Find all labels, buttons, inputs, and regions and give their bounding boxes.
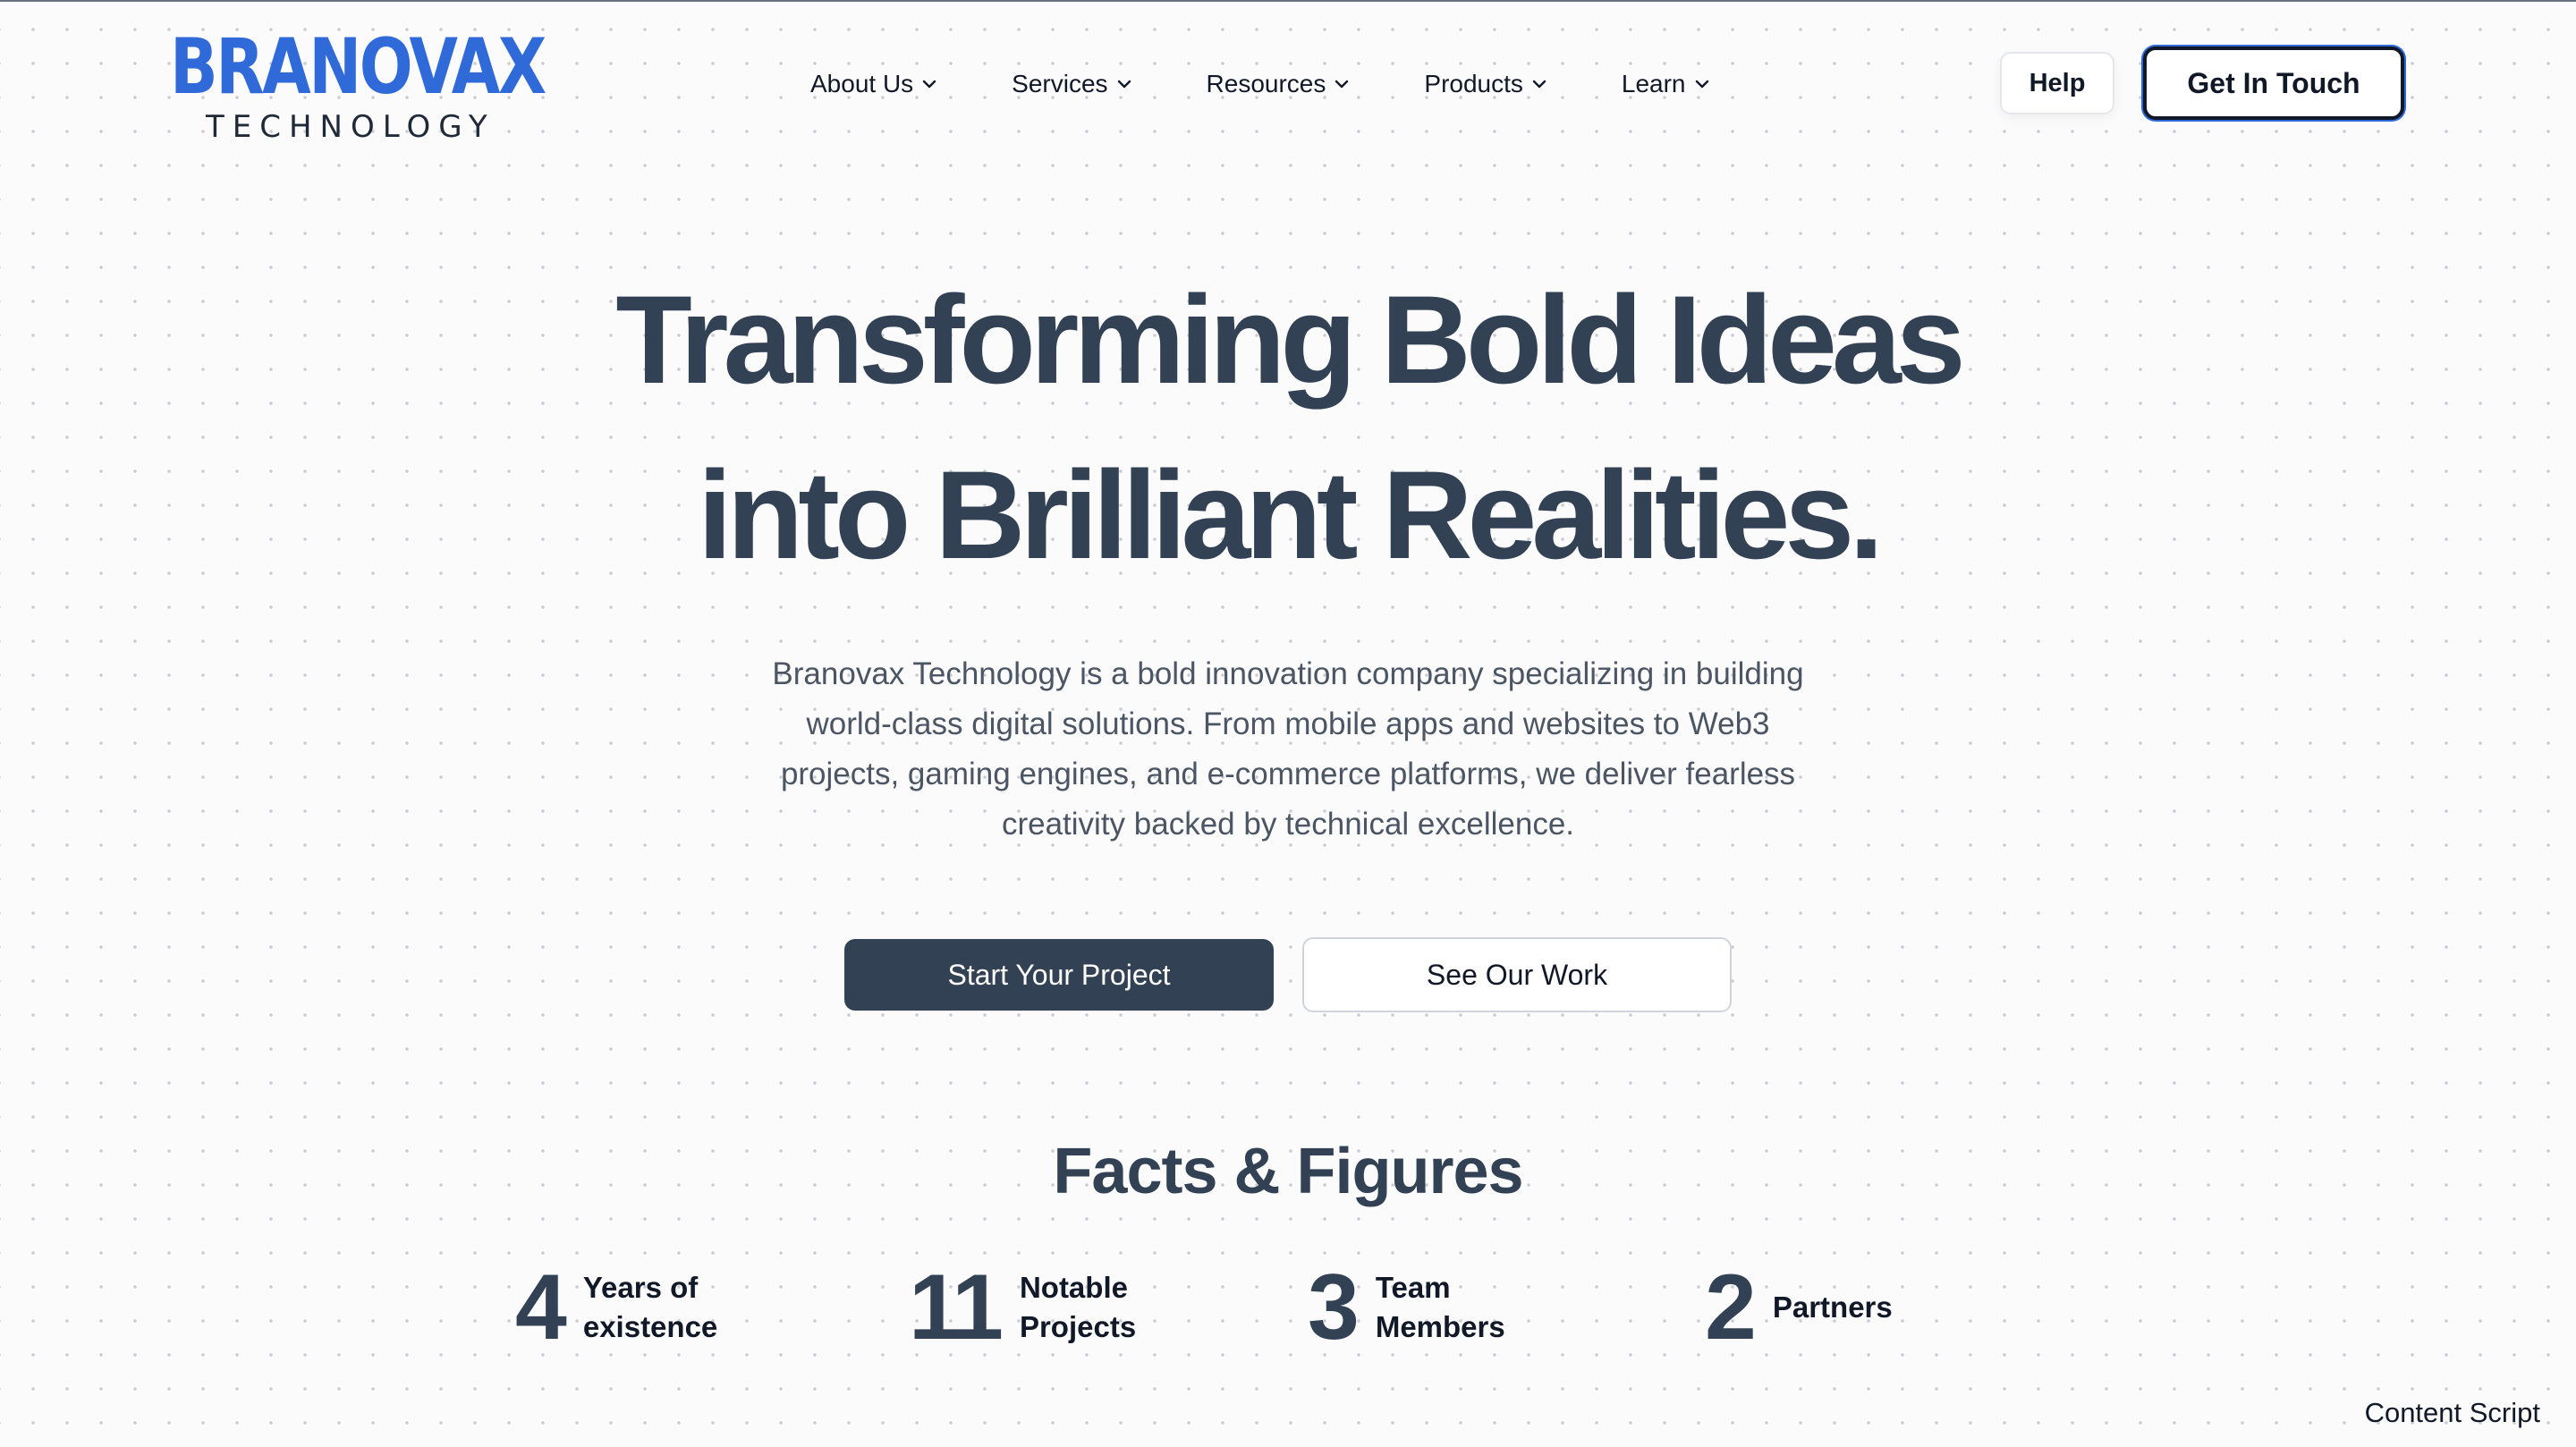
get-in-touch-button[interactable]: Get In Touch [2143,47,2404,120]
brand-logo[interactable]: BRANOVAX TECHNOLOGY [170,22,547,145]
brand-tagline: TECHNOLOGY [206,109,496,145]
nav-item-label: Products [1424,70,1523,97]
fact-team: 3 Team Members [1308,1261,1546,1354]
content-script-label: Content Script [2364,1397,2540,1428]
fact-projects: 11 Notable Projects [909,1261,1190,1354]
nav-item-about-us[interactable]: About Us [810,70,936,98]
chevron-down-icon [1695,80,1709,89]
fact-number: 11 [909,1256,1004,1359]
help-button[interactable]: Help [2000,52,2114,114]
facts-title: Facts & Figures [1053,1136,1523,1207]
fact-label: Notable Projects [1019,1271,1137,1343]
chevron-down-icon [1335,80,1349,89]
nav-item-label: Resources [1206,70,1326,97]
fact-label: Partners [1772,1290,1893,1324]
fact-number: 4 [515,1256,567,1359]
chevron-down-icon [1117,80,1131,89]
nav-item-label: Services [1012,70,1108,97]
fact-label: Years of existence [582,1271,718,1343]
nav-item-label: Learn [1621,70,1686,97]
top-border [0,0,2576,2]
chevron-down-icon [922,80,936,89]
brand-name: BRANOVAX [170,22,547,112]
chevron-down-icon [1532,80,1546,89]
see-our-work-button[interactable]: See Our Work [1302,937,1732,1012]
fact-years: 4 Years of existence [515,1261,753,1354]
nav-item-resources[interactable]: Resources [1207,70,1350,98]
fact-label: Team Members [1375,1271,1505,1343]
nav-item-products[interactable]: Products [1424,70,1546,98]
hero-title-line-2: into Brilliant Realities. [697,444,1884,585]
nav-item-label: About Us [810,70,914,97]
hero-title: Transforming Bold Ideas into Brilliant R… [0,252,2576,603]
fact-number: 2 [1705,1256,1757,1359]
nav-item-services[interactable]: Services [1012,70,1131,98]
main-nav: About Us Services Resources Products Lea… [810,64,1709,104]
fact-number: 3 [1308,1256,1360,1359]
start-project-button[interactable]: Start Your Project [844,939,1274,1011]
hero-title-line-1: Transforming Bold Ideas [615,269,1965,410]
fact-partners: 2 Partners [1705,1261,1943,1354]
nav-item-learn[interactable]: Learn [1622,70,1709,98]
hero-description: Branovax Technology is a bold innovation… [772,656,1804,842]
